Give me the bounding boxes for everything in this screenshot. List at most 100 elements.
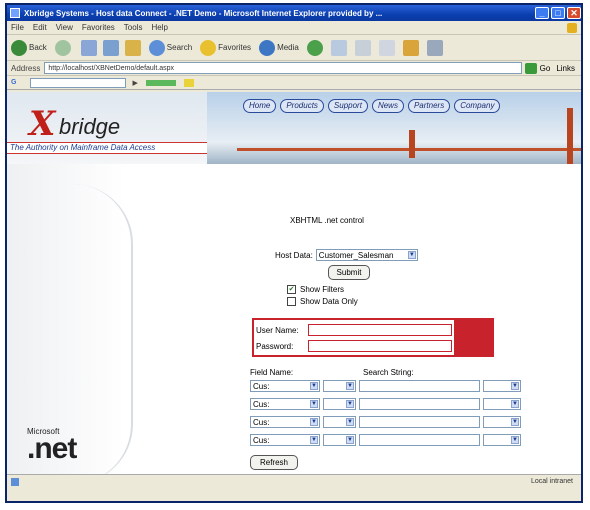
chevron-down-icon: ▼ xyxy=(310,418,318,426)
search-icon xyxy=(148,39,165,56)
stop-icon[interactable] xyxy=(80,39,97,56)
field-select[interactable]: Cus: ▼ xyxy=(250,380,320,392)
field-select[interactable]: Cus: ▼ xyxy=(250,434,320,446)
connector-select[interactable]: ▼ xyxy=(483,416,521,428)
address-bar: Address http://localhost/XBNetDemo/defau… xyxy=(7,61,581,76)
connector-select[interactable]: ▼ xyxy=(483,434,521,446)
filter-row-4: Cus: ▼ ▼ ▼ xyxy=(250,434,521,446)
chevron-down-icon: ▼ xyxy=(310,382,318,390)
minimize-button[interactable]: _ xyxy=(535,7,549,19)
messenger-icon[interactable] xyxy=(426,39,443,56)
filter-row-2: Cus: ▼ ▼ ▼ xyxy=(250,398,521,410)
submit-button[interactable]: Submit xyxy=(328,265,370,280)
bridge-tower-left xyxy=(409,130,415,158)
search-string-input[interactable] xyxy=(359,380,480,392)
close-button[interactable]: ✕ xyxy=(567,7,581,19)
star-icon xyxy=(200,39,217,56)
host-data-select[interactable]: Customer_Salesman ▼ xyxy=(315,249,418,261)
chevron-down-icon: ▼ xyxy=(310,400,318,408)
search-string-input[interactable] xyxy=(359,398,480,410)
connector-select[interactable]: ▼ xyxy=(483,398,521,410)
address-input[interactable]: http://localhost/XBNetDemo/default.aspx xyxy=(44,62,522,74)
search-button[interactable]: Search xyxy=(148,39,193,56)
username-row: User Name: xyxy=(256,324,452,336)
nav-support[interactable]: Support xyxy=(327,99,368,113)
password-label: Password: xyxy=(256,341,294,351)
back-arrow-icon xyxy=(11,39,27,56)
nav-news[interactable]: News xyxy=(371,99,404,113)
chevron-down-icon: ▼ xyxy=(511,400,519,408)
host-data-value: Customer_Salesman xyxy=(318,250,394,260)
chevron-down-icon: ▼ xyxy=(310,436,318,444)
chevron-down-icon: ▼ xyxy=(346,418,354,426)
toolbar: Back Search Favorites Media xyxy=(7,35,581,61)
chevron-down-icon: ▼ xyxy=(511,418,519,426)
back-button[interactable]: Back xyxy=(11,39,47,56)
page-icon xyxy=(11,477,19,486)
show-filters-label: Show Filters xyxy=(300,285,345,294)
show-filters-checkbox[interactable]: ✔ Show Filters xyxy=(287,285,344,294)
login-inner: User Name: Password: xyxy=(254,320,454,355)
menu-tools[interactable]: Tools xyxy=(124,23,143,32)
toolbar-pagerank-icon xyxy=(145,79,176,86)
toolbar-search-input[interactable] xyxy=(30,77,127,88)
maximize-button[interactable]: □ xyxy=(551,7,565,19)
mail-icon[interactable] xyxy=(330,39,347,56)
links-label[interactable]: Links xyxy=(556,64,575,73)
chevron-down-icon: ▼ xyxy=(346,400,354,408)
username-label: User Name: xyxy=(256,325,299,335)
connector-select[interactable]: ▼ xyxy=(483,380,521,392)
nav-partners[interactable]: Partners xyxy=(407,99,451,113)
nav-company[interactable]: Company xyxy=(454,99,501,113)
folder-icon[interactable] xyxy=(402,39,419,56)
search-string-header: Search String: xyxy=(363,368,414,377)
media-button[interactable]: Media xyxy=(259,39,299,56)
edit-icon[interactable] xyxy=(378,39,395,56)
menu-favorites[interactable]: Favorites xyxy=(82,23,115,32)
filter-row-1: Cus: ▼ ▼ ▼ xyxy=(250,380,521,392)
checkbox-empty-icon xyxy=(287,297,296,306)
field-select[interactable]: Cus: ▼ xyxy=(250,416,320,428)
chevron-down-icon: ▼ xyxy=(346,436,354,444)
login-panel: User Name: Password: xyxy=(252,318,494,357)
nav-home[interactable]: Home xyxy=(243,99,277,113)
refresh-icon[interactable] xyxy=(102,39,119,56)
history-icon[interactable] xyxy=(306,39,323,56)
favorites-button[interactable]: Favorites xyxy=(200,39,251,56)
field-value: Cus: xyxy=(253,417,270,427)
nav-products[interactable]: Products xyxy=(280,99,324,113)
operator-select[interactable]: ▼ xyxy=(323,398,356,410)
password-input[interactable] xyxy=(308,340,452,352)
go-button[interactable] xyxy=(524,62,537,74)
field-select[interactable]: Cus: ▼ xyxy=(250,398,320,410)
menu-help[interactable]: Help xyxy=(151,23,167,32)
menu-file[interactable]: File xyxy=(11,23,24,32)
chevron-down-icon: ▼ xyxy=(511,436,519,444)
show-data-only-checkbox[interactable]: Show Data Only xyxy=(287,297,358,306)
forward-arrow-icon xyxy=(54,39,71,56)
google-toolbar: G ▶ xyxy=(7,76,581,90)
left-pane: Microsoft .net xyxy=(7,164,133,488)
operator-select[interactable]: ▼ xyxy=(323,380,356,392)
form-title: XBHTML .net control xyxy=(290,216,364,225)
menu-bar: File Edit View Favorites Tools Help xyxy=(7,21,581,35)
page-content: X bridge The Authority on Mainframe Data… xyxy=(7,92,581,488)
chevron-down-icon: ▼ xyxy=(346,382,354,390)
username-input[interactable] xyxy=(308,324,452,336)
home-icon[interactable] xyxy=(124,39,141,56)
search-label: Search xyxy=(166,43,193,52)
google-logo-icon: G xyxy=(11,79,17,86)
refresh-button[interactable]: Refresh xyxy=(250,455,298,470)
search-string-input[interactable] xyxy=(359,434,480,446)
menu-view[interactable]: View xyxy=(56,23,73,32)
chevron-down-icon: ▼ xyxy=(407,251,416,259)
search-string-input[interactable] xyxy=(359,416,480,428)
print-icon[interactable] xyxy=(354,39,371,56)
menu-edit[interactable]: Edit xyxy=(33,23,47,32)
operator-select[interactable]: ▼ xyxy=(323,416,356,428)
forward-button[interactable] xyxy=(54,39,73,56)
go-label[interactable]: Go xyxy=(540,64,551,73)
toolbar-search-button[interactable]: ▶ xyxy=(132,79,137,87)
operator-select[interactable]: ▼ xyxy=(323,434,356,446)
toolbar-highlight-icon[interactable] xyxy=(183,78,194,87)
